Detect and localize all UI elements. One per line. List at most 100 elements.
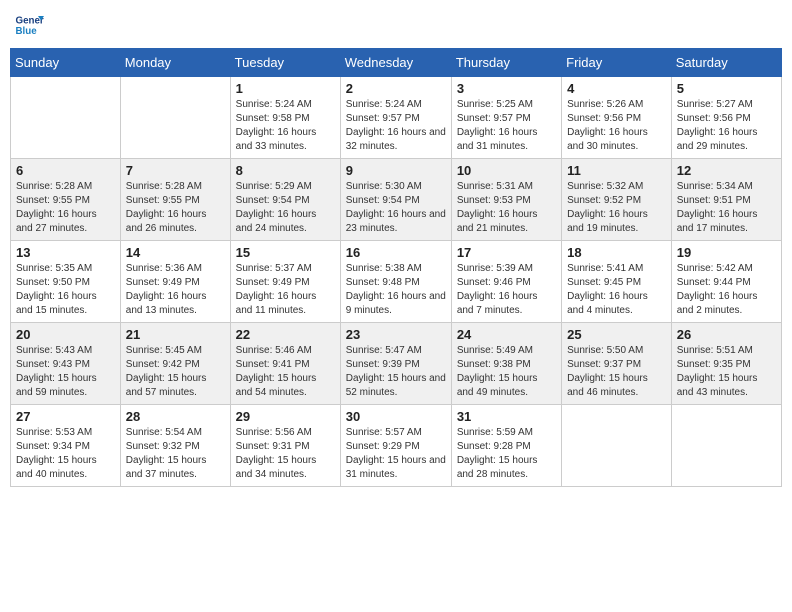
day-number: 28	[126, 409, 225, 424]
day-number: 3	[457, 81, 556, 96]
day-number: 15	[236, 245, 335, 260]
day-number: 30	[346, 409, 446, 424]
calendar-cell: 27 Sunrise: 5:53 AM Sunset: 9:34 PM Dayli…	[11, 405, 121, 487]
day-number: 31	[457, 409, 556, 424]
day-detail: Sunrise: 5:51 AM Sunset: 9:35 PM Dayligh…	[677, 344, 776, 400]
calendar-week-row: 27 Sunrise: 5:53 AM Sunset: 9:34 PM Dayli…	[11, 405, 782, 487]
calendar-cell: 2 Sunrise: 5:24 AM Sunset: 9:57 PM Daylig…	[340, 77, 451, 159]
weekday-header: Friday	[562, 49, 672, 77]
calendar-cell: 16 Sunrise: 5:38 AM Sunset: 9:48 PM Dayli…	[340, 241, 451, 323]
day-number: 22	[236, 327, 335, 342]
calendar-cell: 13Sunrise: 5:35 AM Sunset: 9:50 PM Dayli…	[11, 241, 121, 323]
calendar-cell: 8 Sunrise: 5:29 AM Sunset: 9:54 PM Daylig…	[230, 159, 340, 241]
calendar-body: 1Sunrise: 5:24 AM Sunset: 9:58 PM Daylig…	[11, 77, 782, 487]
day-number: 7	[126, 163, 225, 178]
day-detail: Sunrise: 5:25 AM Sunset: 9:57 PM Dayligh…	[457, 98, 556, 154]
calendar-cell: 18 Sunrise: 5:41 AM Sunset: 9:45 PM Dayli…	[562, 241, 672, 323]
day-number: 10	[457, 163, 556, 178]
weekday-header: Tuesday	[230, 49, 340, 77]
day-detail: Sunrise: 5:28 AM Sunset: 9:55 PM Dayligh…	[126, 180, 225, 236]
day-detail: Sunrise: 5:36 AM Sunset: 9:49 PM Dayligh…	[126, 262, 225, 318]
calendar-cell: 20Sunrise: 5:43 AM Sunset: 9:43 PM Dayli…	[11, 323, 121, 405]
weekday-header: Thursday	[451, 49, 561, 77]
day-detail: Sunrise: 5:37 AM Sunset: 9:49 PM Dayligh…	[236, 262, 335, 318]
day-number: 23	[346, 327, 446, 342]
day-number: 2	[346, 81, 446, 96]
page-header: General Blue	[10, 10, 782, 40]
calendar-week-row: 13Sunrise: 5:35 AM Sunset: 9:50 PM Dayli…	[11, 241, 782, 323]
day-detail: Sunrise: 5:24 AM Sunset: 9:57 PM Dayligh…	[346, 98, 446, 154]
calendar-cell: 10 Sunrise: 5:31 AM Sunset: 9:53 PM Dayli…	[451, 159, 561, 241]
calendar-cell: 23 Sunrise: 5:47 AM Sunset: 9:39 PM Dayli…	[340, 323, 451, 405]
calendar-cell: 29 Sunrise: 5:56 AM Sunset: 9:31 PM Dayli…	[230, 405, 340, 487]
day-number: 21	[126, 327, 225, 342]
calendar-cell: 14 Sunrise: 5:36 AM Sunset: 9:49 PM Dayli…	[120, 241, 230, 323]
day-number: 12	[677, 163, 776, 178]
calendar-cell: 31 Sunrise: 5:59 AM Sunset: 9:28 PM Dayli…	[451, 405, 561, 487]
day-number: 6	[16, 163, 115, 178]
day-number: 20	[16, 327, 115, 342]
calendar-cell: 9Sunrise: 5:30 AM Sunset: 9:54 PM Daylig…	[340, 159, 451, 241]
calendar-cell	[11, 77, 121, 159]
calendar-cell: 25 Sunrise: 5:50 AM Sunset: 9:37 PM Dayli…	[562, 323, 672, 405]
day-number: 4	[567, 81, 666, 96]
calendar-cell: 11Sunrise: 5:32 AM Sunset: 9:52 PM Dayli…	[562, 159, 672, 241]
day-number: 24	[457, 327, 556, 342]
day-detail: Sunrise: 5:47 AM Sunset: 9:39 PM Dayligh…	[346, 344, 446, 400]
svg-text:Blue: Blue	[16, 26, 38, 37]
day-detail: Sunrise: 5:28 AM Sunset: 9:55 PM Dayligh…	[16, 180, 115, 236]
calendar-cell: 12 Sunrise: 5:34 AM Sunset: 9:51 PM Dayli…	[671, 159, 781, 241]
calendar-cell: 4Sunrise: 5:26 AM Sunset: 9:56 PM Daylig…	[562, 77, 672, 159]
calendar-cell: 22 Sunrise: 5:46 AM Sunset: 9:41 PM Dayli…	[230, 323, 340, 405]
calendar-week-row: 1Sunrise: 5:24 AM Sunset: 9:58 PM Daylig…	[11, 77, 782, 159]
day-detail: Sunrise: 5:29 AM Sunset: 9:54 PM Dayligh…	[236, 180, 335, 236]
calendar-cell	[562, 405, 672, 487]
day-detail: Sunrise: 5:41 AM Sunset: 9:45 PM Dayligh…	[567, 262, 666, 318]
day-detail: Sunrise: 5:46 AM Sunset: 9:41 PM Dayligh…	[236, 344, 335, 400]
day-detail: Sunrise: 5:53 AM Sunset: 9:34 PM Dayligh…	[16, 426, 115, 482]
day-number: 16	[346, 245, 446, 260]
calendar-header-row: SundayMondayTuesdayWednesdayThursdayFrid…	[11, 49, 782, 77]
day-number: 29	[236, 409, 335, 424]
day-number: 17	[457, 245, 556, 260]
weekday-header: Wednesday	[340, 49, 451, 77]
day-number: 14	[126, 245, 225, 260]
day-detail: Sunrise: 5:38 AM Sunset: 9:48 PM Dayligh…	[346, 262, 446, 318]
day-detail: Sunrise: 5:45 AM Sunset: 9:42 PM Dayligh…	[126, 344, 225, 400]
calendar-table: SundayMondayTuesdayWednesdayThursdayFrid…	[10, 48, 782, 487]
day-detail: Sunrise: 5:34 AM Sunset: 9:51 PM Dayligh…	[677, 180, 776, 236]
day-number: 18	[567, 245, 666, 260]
day-number: 27	[16, 409, 115, 424]
day-detail: Sunrise: 5:49 AM Sunset: 9:38 PM Dayligh…	[457, 344, 556, 400]
day-number: 5	[677, 81, 776, 96]
day-detail: Sunrise: 5:56 AM Sunset: 9:31 PM Dayligh…	[236, 426, 335, 482]
calendar-cell: 3 Sunrise: 5:25 AM Sunset: 9:57 PM Daylig…	[451, 77, 561, 159]
day-number: 26	[677, 327, 776, 342]
day-detail: Sunrise: 5:27 AM Sunset: 9:56 PM Dayligh…	[677, 98, 776, 154]
calendar-cell: 7 Sunrise: 5:28 AM Sunset: 9:55 PM Daylig…	[120, 159, 230, 241]
calendar-week-row: 20Sunrise: 5:43 AM Sunset: 9:43 PM Dayli…	[11, 323, 782, 405]
day-detail: Sunrise: 5:30 AM Sunset: 9:54 PM Dayligh…	[346, 180, 446, 236]
calendar-cell: 15 Sunrise: 5:37 AM Sunset: 9:49 PM Dayli…	[230, 241, 340, 323]
day-detail: Sunrise: 5:57 AM Sunset: 9:29 PM Dayligh…	[346, 426, 446, 482]
weekday-header: Monday	[120, 49, 230, 77]
calendar-cell: 5 Sunrise: 5:27 AM Sunset: 9:56 PM Daylig…	[671, 77, 781, 159]
day-detail: Sunrise: 5:39 AM Sunset: 9:46 PM Dayligh…	[457, 262, 556, 318]
day-number: 13	[16, 245, 115, 260]
day-detail: Sunrise: 5:59 AM Sunset: 9:28 PM Dayligh…	[457, 426, 556, 482]
day-detail: Sunrise: 5:42 AM Sunset: 9:44 PM Dayligh…	[677, 262, 776, 318]
calendar-cell: 1Sunrise: 5:24 AM Sunset: 9:58 PM Daylig…	[230, 77, 340, 159]
day-number: 8	[236, 163, 335, 178]
day-number: 19	[677, 245, 776, 260]
day-number: 25	[567, 327, 666, 342]
day-number: 1	[236, 81, 335, 96]
calendar-cell: 28Sunrise: 5:54 AM Sunset: 9:32 PM Dayli…	[120, 405, 230, 487]
calendar-cell: 30 Sunrise: 5:57 AM Sunset: 9:29 PM Dayli…	[340, 405, 451, 487]
day-detail: Sunrise: 5:31 AM Sunset: 9:53 PM Dayligh…	[457, 180, 556, 236]
calendar-week-row: 6 Sunrise: 5:28 AM Sunset: 9:55 PM Daylig…	[11, 159, 782, 241]
calendar-cell	[120, 77, 230, 159]
day-number: 11	[567, 163, 666, 178]
calendar-cell: 19 Sunrise: 5:42 AM Sunset: 9:44 PM Dayli…	[671, 241, 781, 323]
day-detail: Sunrise: 5:50 AM Sunset: 9:37 PM Dayligh…	[567, 344, 666, 400]
calendar-cell: 26 Sunrise: 5:51 AM Sunset: 9:35 PM Dayli…	[671, 323, 781, 405]
